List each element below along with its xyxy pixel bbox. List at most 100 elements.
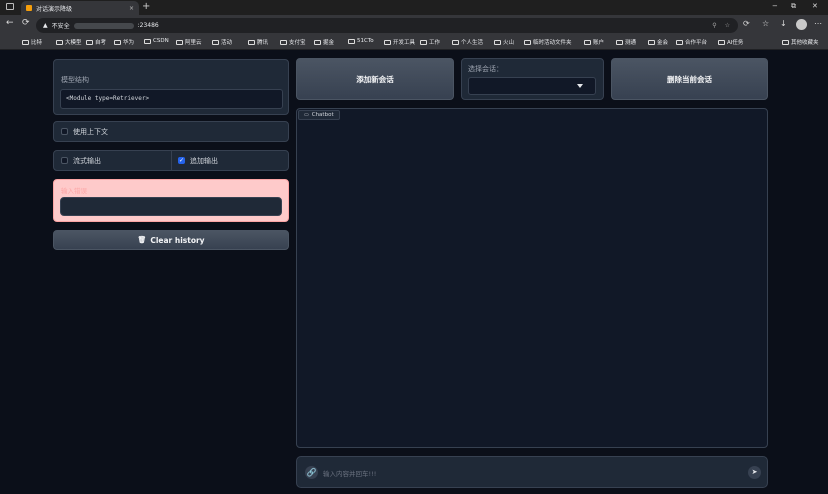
error-input-panel: 输入错误 (53, 179, 289, 222)
folder-icon (144, 38, 151, 44)
bookmark-label: AI任务 (727, 40, 744, 46)
folder-icon (86, 39, 93, 45)
bookmark-label: 腾讯 (257, 40, 269, 46)
bookmark-item[interactable]: 合作平台 (676, 38, 707, 46)
bookmark-item[interactable]: 华为 (114, 38, 134, 46)
bookmark-item[interactable]: 比特 (22, 38, 42, 46)
bookmark-label: 大模型 (65, 40, 82, 46)
bookmark-label: 51CTo (357, 38, 374, 44)
tab-title: 对话演示降级 (36, 5, 73, 13)
browser-tab[interactable]: 对话演示降级 × (21, 1, 139, 15)
window-close-button[interactable]: ✕ (812, 2, 818, 10)
bookmark-item[interactable]: 账户 (584, 38, 604, 46)
other-bookmarks[interactable]: 其他收藏夹 (782, 38, 819, 46)
checkbox-checked-icon[interactable]: ✓ (178, 157, 185, 164)
folder-icon (782, 39, 789, 45)
tab-bar: 对话演示降级 × + − ⧉ ✕ (0, 0, 828, 15)
insecure-label: 不安全 (51, 23, 70, 30)
bookmark-item[interactable]: 工作 (420, 38, 440, 46)
bookmark-label: 开发工具 (393, 40, 416, 46)
session-select-dropdown[interactable] (468, 77, 596, 95)
bookmark-label: 合作平台 (685, 40, 708, 46)
append-output-checkbox[interactable]: ✓ 追加输出 (172, 151, 218, 170)
restore-button[interactable]: ⧉ (791, 2, 796, 11)
stream-output-label: 流式输出 (73, 156, 101, 165)
output-options-panel: 流式输出 ✓ 追加输出 (53, 150, 289, 171)
bookmark-label: 临时活动文件夹 (533, 40, 572, 46)
bookmark-label: 个人生活 (461, 40, 484, 46)
clear-history-button[interactable]: 🗑 Clear history (53, 230, 289, 250)
folder-icon (248, 39, 255, 45)
favorites-bar-icon[interactable]: ☆ (762, 19, 769, 28)
favorite-icon[interactable]: ☆ (725, 22, 730, 29)
folder-icon (718, 39, 725, 45)
back-icon[interactable]: ← (6, 18, 14, 28)
attach-icon[interactable]: 🔗 (305, 466, 318, 479)
folder-icon (384, 39, 391, 45)
use-context-panel: 使用上下文 (53, 121, 289, 142)
folder-icon (56, 39, 63, 45)
chatbot-panel: ▭ Chatbot (296, 108, 768, 448)
stream-output-checkbox[interactable]: 流式输出 (54, 151, 172, 170)
folder-icon (616, 39, 623, 45)
download-icon[interactable]: ↓ (780, 19, 787, 28)
address-bar[interactable]: ▲ 不安全 :23486 ⚲ ☆ (36, 18, 738, 33)
message-input[interactable]: 输入内容并回车!!! (323, 468, 376, 478)
folder-icon (22, 39, 29, 45)
model-structure-textbox[interactable]: <Module type=Retriever> (60, 89, 283, 109)
bookmark-label: 活动 (221, 40, 233, 46)
extensions-icon[interactable]: ⟳ (743, 19, 750, 28)
bookmark-label: 工作 (429, 40, 441, 46)
bookmark-item[interactable]: 51CTo (348, 38, 374, 44)
reader-icon[interactable]: ⚲ (712, 22, 716, 29)
bookmark-label: 比特 (31, 40, 43, 46)
clear-history-label: Clear history (150, 235, 205, 245)
bookmark-item[interactable]: 临时活动文件夹 (524, 38, 572, 46)
minimize-button[interactable]: − (772, 2, 778, 10)
chevron-down-icon (577, 84, 583, 88)
lock-warning-icon: ▲ (43, 22, 48, 29)
error-input-label: 输入错误 (61, 187, 87, 195)
bookmark-item[interactable]: 活动 (212, 38, 232, 46)
use-context-label: 使用上下文 (73, 127, 108, 136)
tab-close-icon[interactable]: × (129, 5, 134, 12)
profile-icon[interactable] (796, 19, 807, 30)
bookmark-label: 金会 (657, 40, 669, 46)
append-output-label: 追加输出 (190, 156, 218, 165)
bookmark-item[interactable]: 阿里云 (176, 38, 202, 46)
error-input-field[interactable] (60, 197, 282, 216)
more-icon[interactable]: ⋯ (814, 19, 822, 28)
bookmark-item[interactable]: 腾讯 (248, 38, 268, 46)
checkbox-box[interactable] (61, 157, 68, 164)
reload-icon[interactable]: ⟳ (22, 18, 30, 28)
address-port: :23486 (137, 22, 159, 29)
trash-icon: 🗑 (137, 236, 147, 244)
bookmark-label: 火山 (503, 40, 515, 46)
bookmark-item[interactable]: 开发工具 (384, 38, 415, 46)
delete-session-button[interactable]: 删除当前会话 (611, 58, 768, 100)
use-context-checkbox[interactable]: 使用上下文 (61, 127, 108, 137)
folder-icon (676, 39, 683, 45)
folder-icon (524, 39, 531, 45)
bookmark-item[interactable]: CSDN (144, 38, 169, 44)
folder-icon (648, 39, 655, 45)
model-structure-label: 模型结构 (61, 76, 89, 84)
bookmark-item[interactable]: 大模型 (56, 38, 82, 46)
bookmark-item[interactable]: 支付宝 (280, 38, 306, 46)
bookmark-item[interactable]: 测通 (616, 38, 636, 46)
bookmark-item[interactable]: 自考 (86, 38, 106, 46)
session-select-panel: 选择会话： (461, 58, 604, 100)
bookmark-item[interactable]: 金会 (648, 38, 668, 46)
add-session-button[interactable]: 添加新会话 (296, 58, 454, 100)
bookmark-item[interactable]: 火山 (494, 38, 514, 46)
tabs-icon[interactable] (6, 3, 14, 10)
bookmark-item[interactable]: 掘金 (314, 38, 334, 46)
bookmark-label: 测通 (625, 40, 637, 46)
bookmark-item[interactable]: 个人生活 (452, 38, 483, 46)
checkbox-box[interactable] (61, 128, 68, 135)
folder-icon (348, 38, 355, 44)
folder-icon (314, 39, 321, 45)
send-icon[interactable]: ➤ (748, 466, 761, 479)
new-tab-button[interactable]: + (142, 1, 150, 12)
bookmark-item[interactable]: AI任务 (718, 38, 743, 46)
